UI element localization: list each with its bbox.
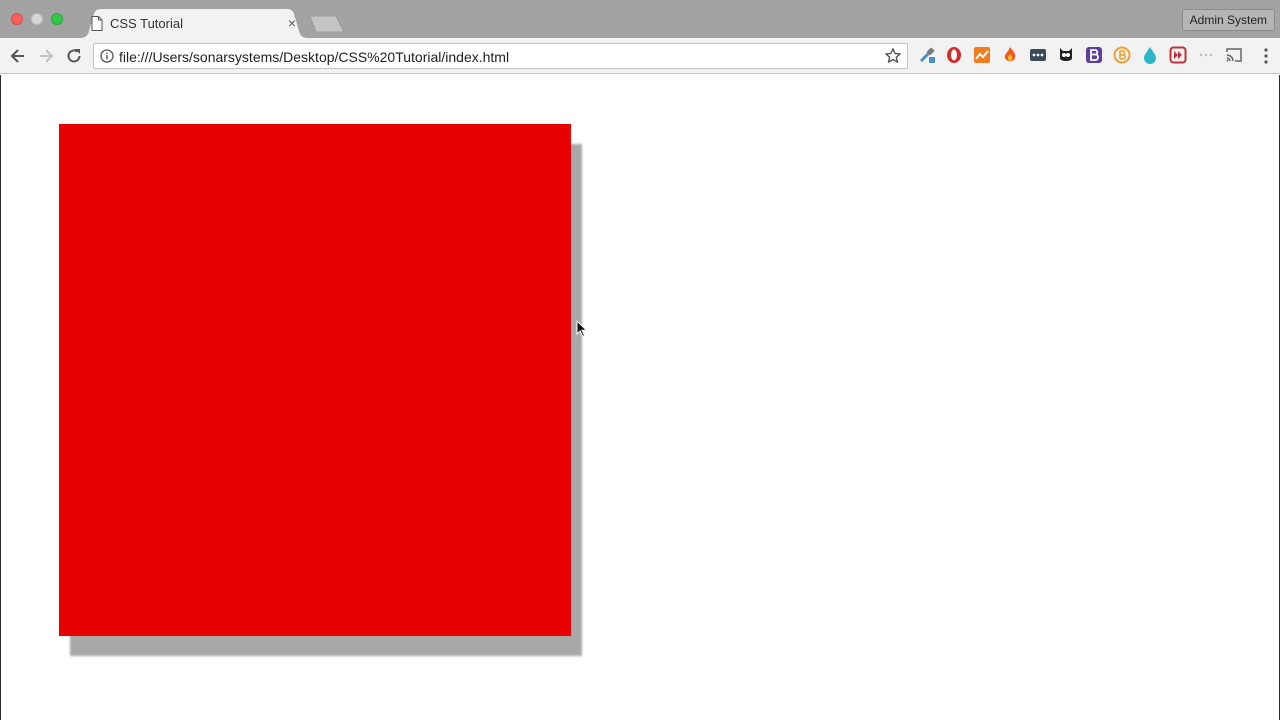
forward-arrow-icon[interactable]: [36, 46, 56, 66]
red-box-with-shadow: [59, 124, 571, 636]
page-viewport: [0, 75, 1280, 720]
dots-extension-icon[interactable]: [1029, 46, 1047, 64]
url-text[interactable]: file:///Users/sonarsystems/Desktop/CSS%2…: [119, 49, 509, 65]
mouse-cursor-icon: [576, 320, 588, 338]
tab-close-icon[interactable]: ×: [285, 16, 299, 30]
page-icon: [91, 16, 103, 31]
back-arrow-icon[interactable]: [8, 46, 28, 66]
droplet-extension-icon[interactable]: [1141, 46, 1159, 64]
bookmark-star-icon[interactable]: [884, 47, 902, 65]
more-extensions-icon[interactable]: [1197, 46, 1215, 64]
new-tab-button[interactable]: [310, 16, 344, 32]
forward-extension-icon[interactable]: [1169, 46, 1187, 64]
browser-window: CSS Tutorial × Admin System file:///User…: [0, 0, 1280, 720]
tab-css-tutorial[interactable]: CSS Tutorial ×: [80, 9, 308, 38]
address-bar[interactable]: file:///Users/sonarsystems/Desktop/CSS%2…: [93, 43, 908, 69]
owl-extension-icon[interactable]: [1057, 46, 1075, 64]
flame-extension-icon[interactable]: [1001, 46, 1019, 64]
bootstrap-extension-icon[interactable]: [1085, 46, 1103, 64]
cast-icon[interactable]: [1225, 46, 1243, 64]
browser-menu-icon[interactable]: [1262, 47, 1270, 65]
window-close-button[interactable]: [11, 13, 23, 25]
tab-title: CSS Tutorial: [110, 16, 183, 31]
eyedropper-extension-icon[interactable]: [918, 46, 936, 64]
profile-button[interactable]: Admin System: [1181, 9, 1275, 31]
title-bar: CSS Tutorial × Admin System: [0, 0, 1280, 38]
browser-toolbar: file:///Users/sonarsystems/Desktop/CSS%2…: [0, 38, 1280, 74]
window-minimize-button[interactable]: [31, 13, 43, 25]
bitcoin-extension-icon[interactable]: [1113, 46, 1131, 64]
chart-extension-icon[interactable]: [973, 46, 991, 64]
info-icon[interactable]: [100, 49, 114, 63]
opera-extension-icon[interactable]: [945, 46, 963, 64]
window-maximize-button[interactable]: [51, 13, 63, 25]
reload-icon[interactable]: [64, 46, 84, 66]
